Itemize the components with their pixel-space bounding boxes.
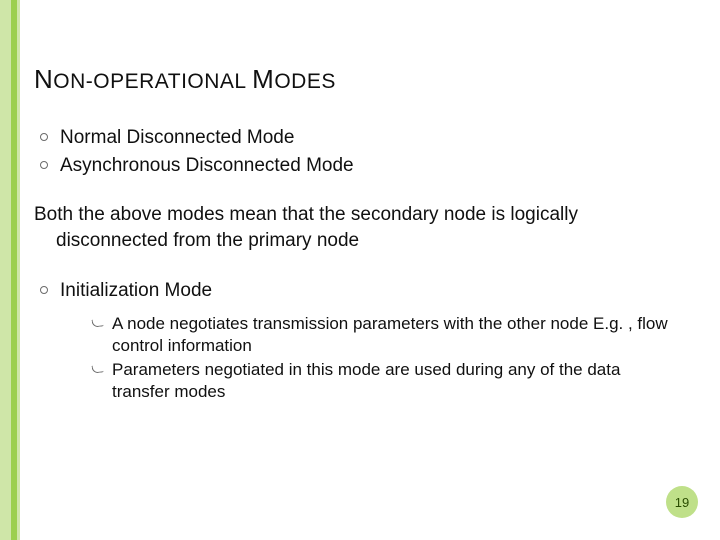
- title-frag: OPERATIONAL: [93, 70, 246, 93]
- list-item: Initialization Mode A node negotiates tr…: [34, 278, 692, 404]
- list-item: Asynchronous Disconnected Mode: [34, 153, 692, 179]
- title-frag: N: [34, 64, 53, 94]
- sub-list-item: A node negotiates transmission parameter…: [92, 313, 672, 357]
- slide: NON-OPERATIONAL MODES Normal Disconnecte…: [0, 0, 720, 540]
- title-frag: M: [252, 64, 274, 94]
- body-paragraph: Both the above modes mean that the secon…: [34, 202, 676, 253]
- list-item: Normal Disconnected Mode: [34, 125, 692, 151]
- accent-band-inner: [11, 0, 17, 540]
- bullet-list-top: Normal Disconnected Mode Asynchronous Di…: [34, 125, 692, 178]
- list-item-text: Normal Disconnected Mode: [60, 127, 294, 148]
- title-frag: ODES: [274, 70, 336, 93]
- page-number: 19: [675, 495, 689, 510]
- list-item-text: Asynchronous Disconnected Mode: [60, 155, 354, 176]
- slide-content: NON-OPERATIONAL MODES Normal Disconnecte…: [34, 64, 692, 428]
- sub-bullet-list: A node negotiates transmission parameter…: [60, 313, 692, 403]
- sub-list-item: Parameters negotiated in this mode are u…: [92, 359, 672, 403]
- slide-title: NON-OPERATIONAL MODES: [34, 64, 692, 95]
- bullet-list-bottom: Initialization Mode A node negotiates tr…: [34, 278, 692, 404]
- sub-list-item-text: Parameters negotiated in this mode are u…: [112, 360, 620, 401]
- page-number-badge: 19: [666, 486, 698, 518]
- title-frag: ON: [53, 70, 86, 93]
- list-item-text: Initialization Mode: [60, 280, 212, 301]
- accent-band-outer: [0, 0, 20, 540]
- sub-list-item-text: A node negotiates transmission parameter…: [112, 314, 668, 355]
